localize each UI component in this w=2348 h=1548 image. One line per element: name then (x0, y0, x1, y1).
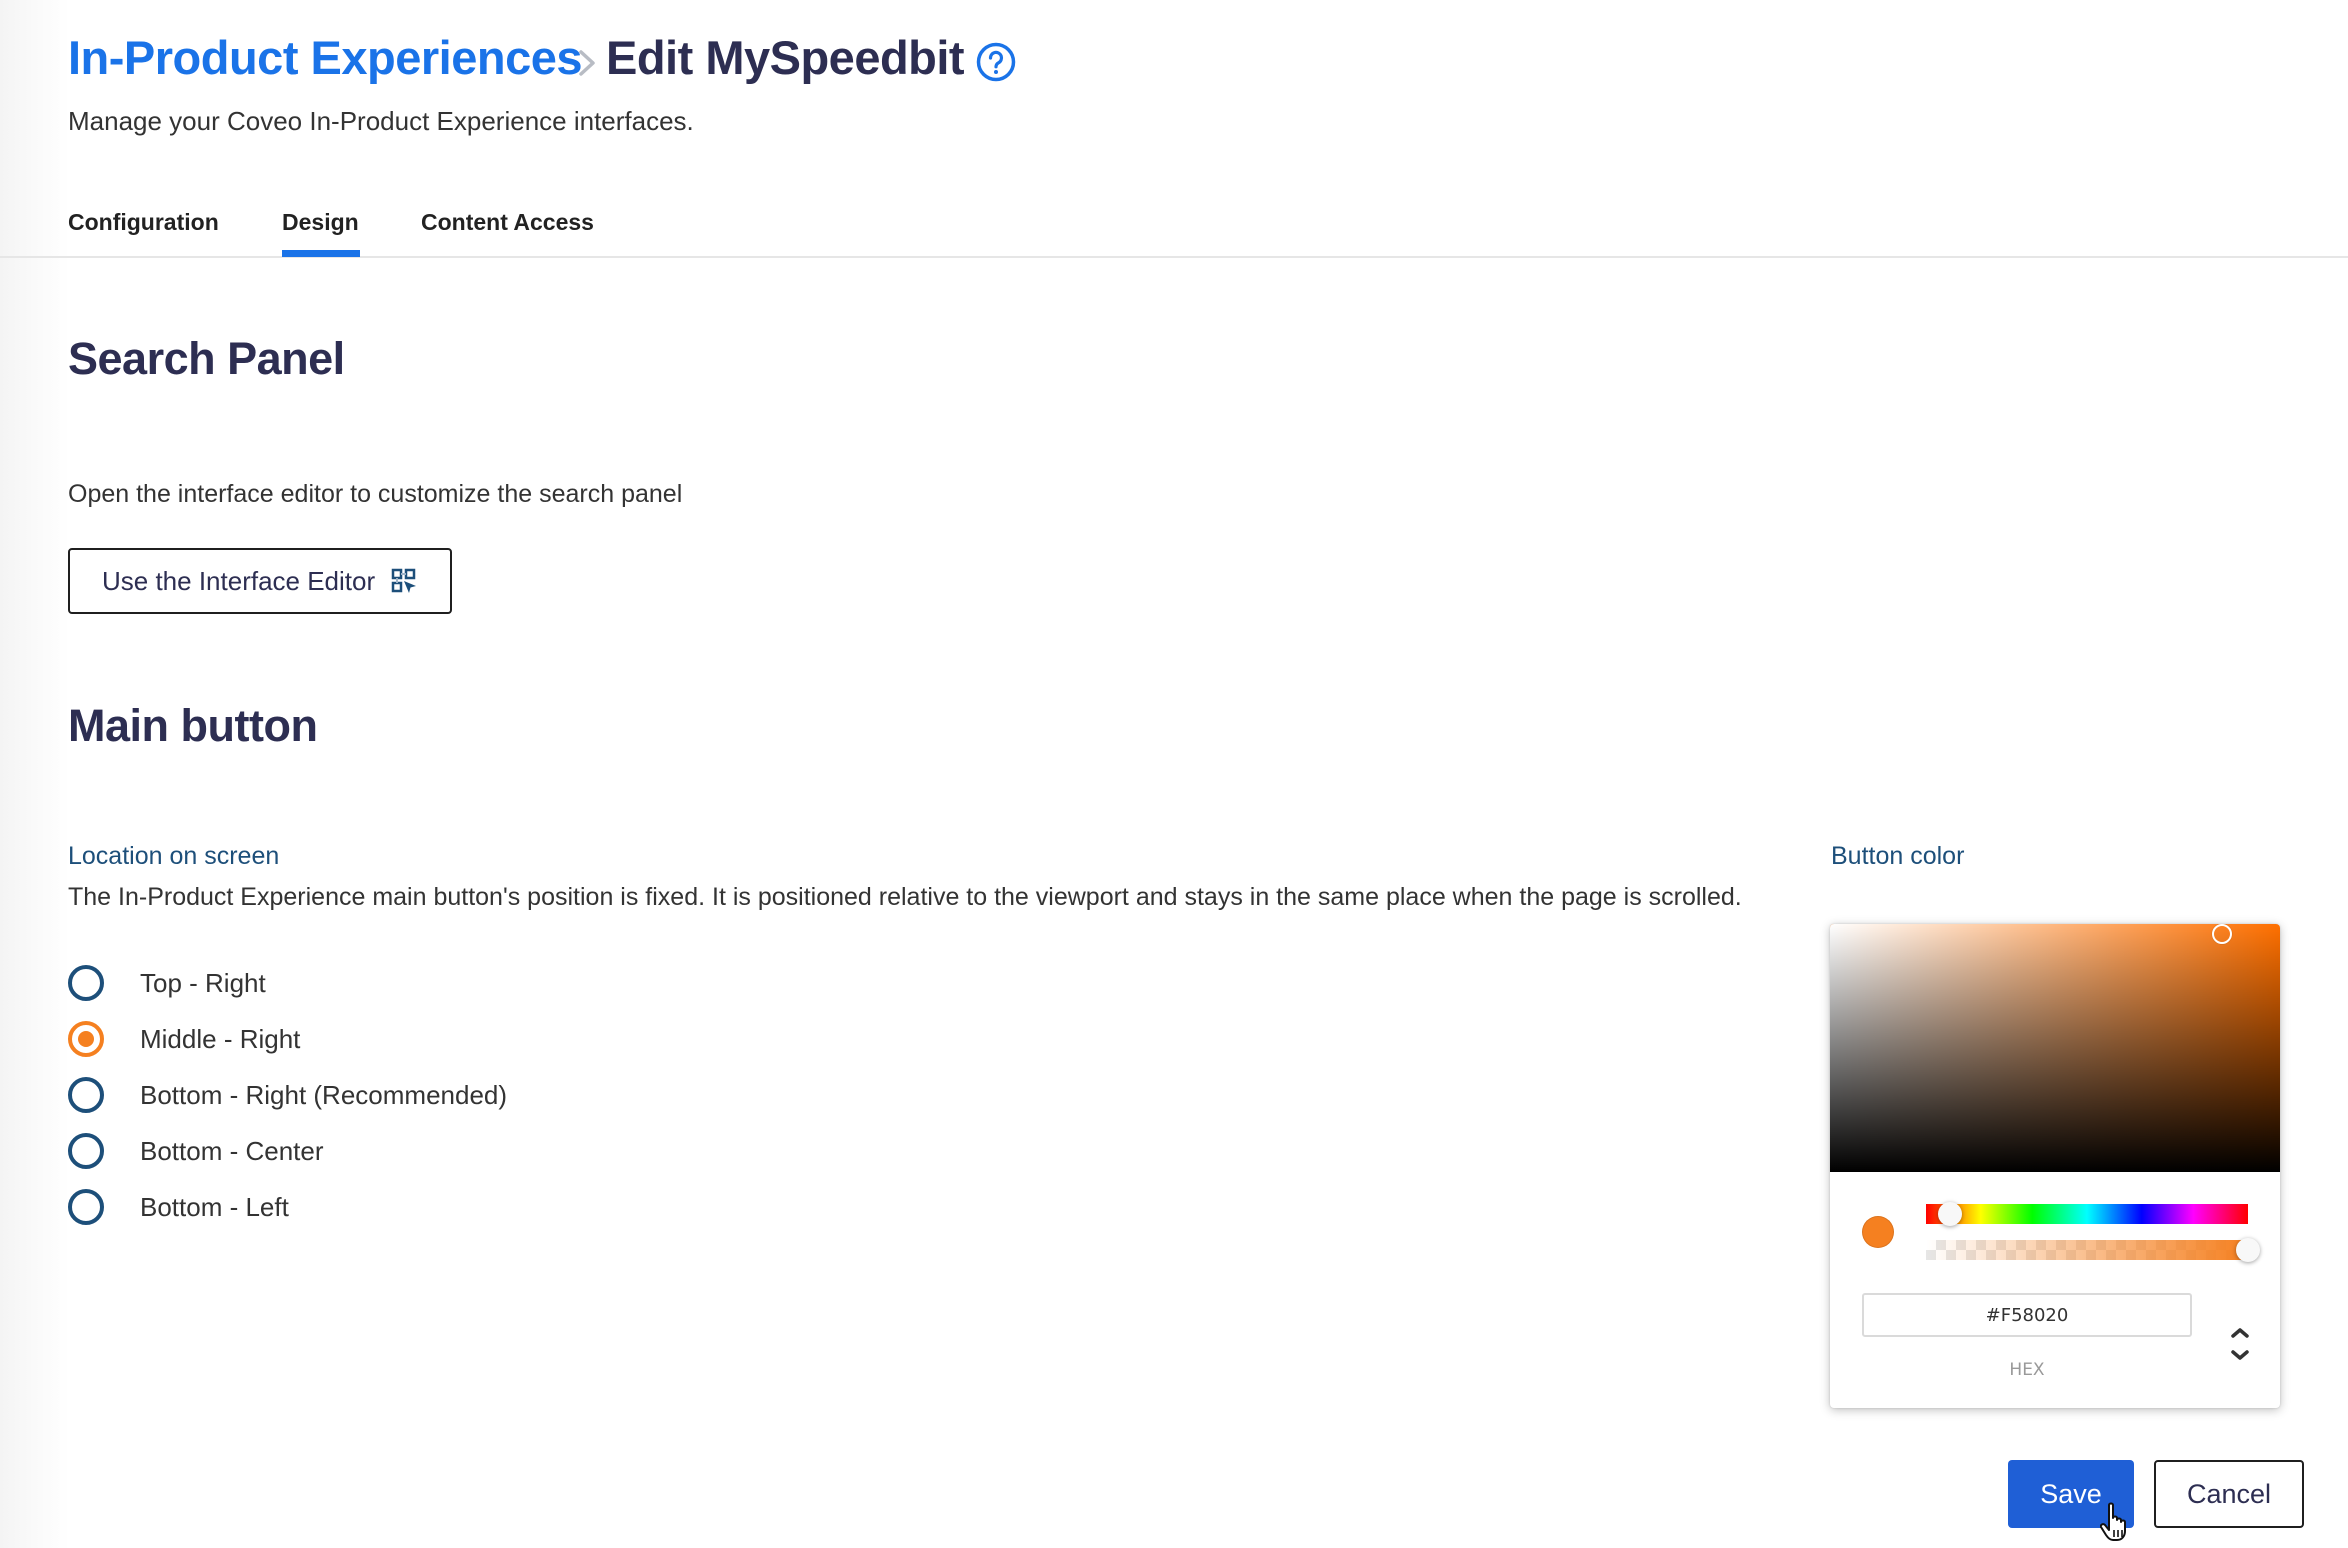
radio-label: Middle - Right (140, 1023, 301, 1054)
radio-top-right[interactable]: Top - Right (68, 963, 266, 1003)
save-button[interactable]: Save (2008, 1460, 2134, 1528)
radio-bottom-center[interactable]: Bottom - Center (68, 1131, 324, 1171)
breadcrumb-parent-link[interactable]: In-Product Experiences (68, 30, 583, 85)
page-title: Edit MySpeedbit (606, 31, 965, 84)
saturation-brightness-area[interactable] (1830, 924, 2280, 1172)
tab-configuration[interactable]: Configuration (68, 209, 219, 236)
search-panel-description: Open the interface editor to customize t… (68, 480, 683, 508)
radio-label: Bottom - Left (140, 1191, 289, 1222)
page-subtitle: Manage your Coveo In-Product Experience … (68, 106, 694, 136)
tab-design[interactable]: Design (282, 209, 359, 236)
radio-label: Top - Right (140, 967, 266, 998)
location-label: Location on screen (68, 842, 280, 870)
use-interface-editor-label: Use the Interface Editor (102, 565, 376, 596)
radio-label: Bottom - Right (Recommended) (140, 1079, 508, 1110)
radio-button[interactable] (68, 965, 104, 1001)
location-description: The In-Product Experience main button's … (68, 883, 1742, 911)
interface-editor-icon (391, 568, 417, 593)
main-button-heading: Main button (68, 700, 318, 751)
radio-bottom-left[interactable]: Bottom - Left (68, 1187, 289, 1227)
hex-format-label: HEX (2009, 1360, 2045, 1380)
color-preview-swatch (1862, 1216, 1894, 1248)
format-toggle-icon[interactable] (2220, 1322, 2260, 1366)
color-picker: HEX (1830, 924, 2280, 1408)
radio-bottom-right[interactable]: Bottom - Right (Recommended) (68, 1075, 507, 1115)
active-tab-indicator (282, 250, 360, 257)
hue-slider[interactable] (1926, 1202, 2248, 1226)
hex-input[interactable] (1862, 1293, 2192, 1337)
saturation-handle[interactable] (2211, 924, 2232, 944)
chevron-right-icon (579, 50, 595, 76)
cancel-button[interactable]: Cancel (2154, 1460, 2304, 1528)
radio-button[interactable] (68, 1189, 104, 1225)
radio-button[interactable] (68, 1077, 104, 1113)
search-panel-heading: Search Panel (68, 333, 345, 384)
radio-middle-right[interactable]: Middle - Right (68, 1019, 300, 1059)
tab-content-access[interactable]: Content Access (421, 209, 594, 236)
alpha-slider[interactable] (1926, 1238, 2260, 1262)
alpha-slider-handle[interactable] (2236, 1238, 2260, 1262)
hue-slider-handle[interactable] (1938, 1202, 1963, 1226)
radio-button[interactable] (68, 1133, 104, 1169)
button-color-label: Button color (1831, 842, 1965, 870)
help-icon[interactable] (976, 42, 1016, 82)
radio-button-checked[interactable] (68, 1021, 104, 1057)
use-interface-editor-button[interactable]: Use the Interface Editor (68, 548, 452, 614)
radio-label: Bottom - Center (140, 1135, 324, 1166)
